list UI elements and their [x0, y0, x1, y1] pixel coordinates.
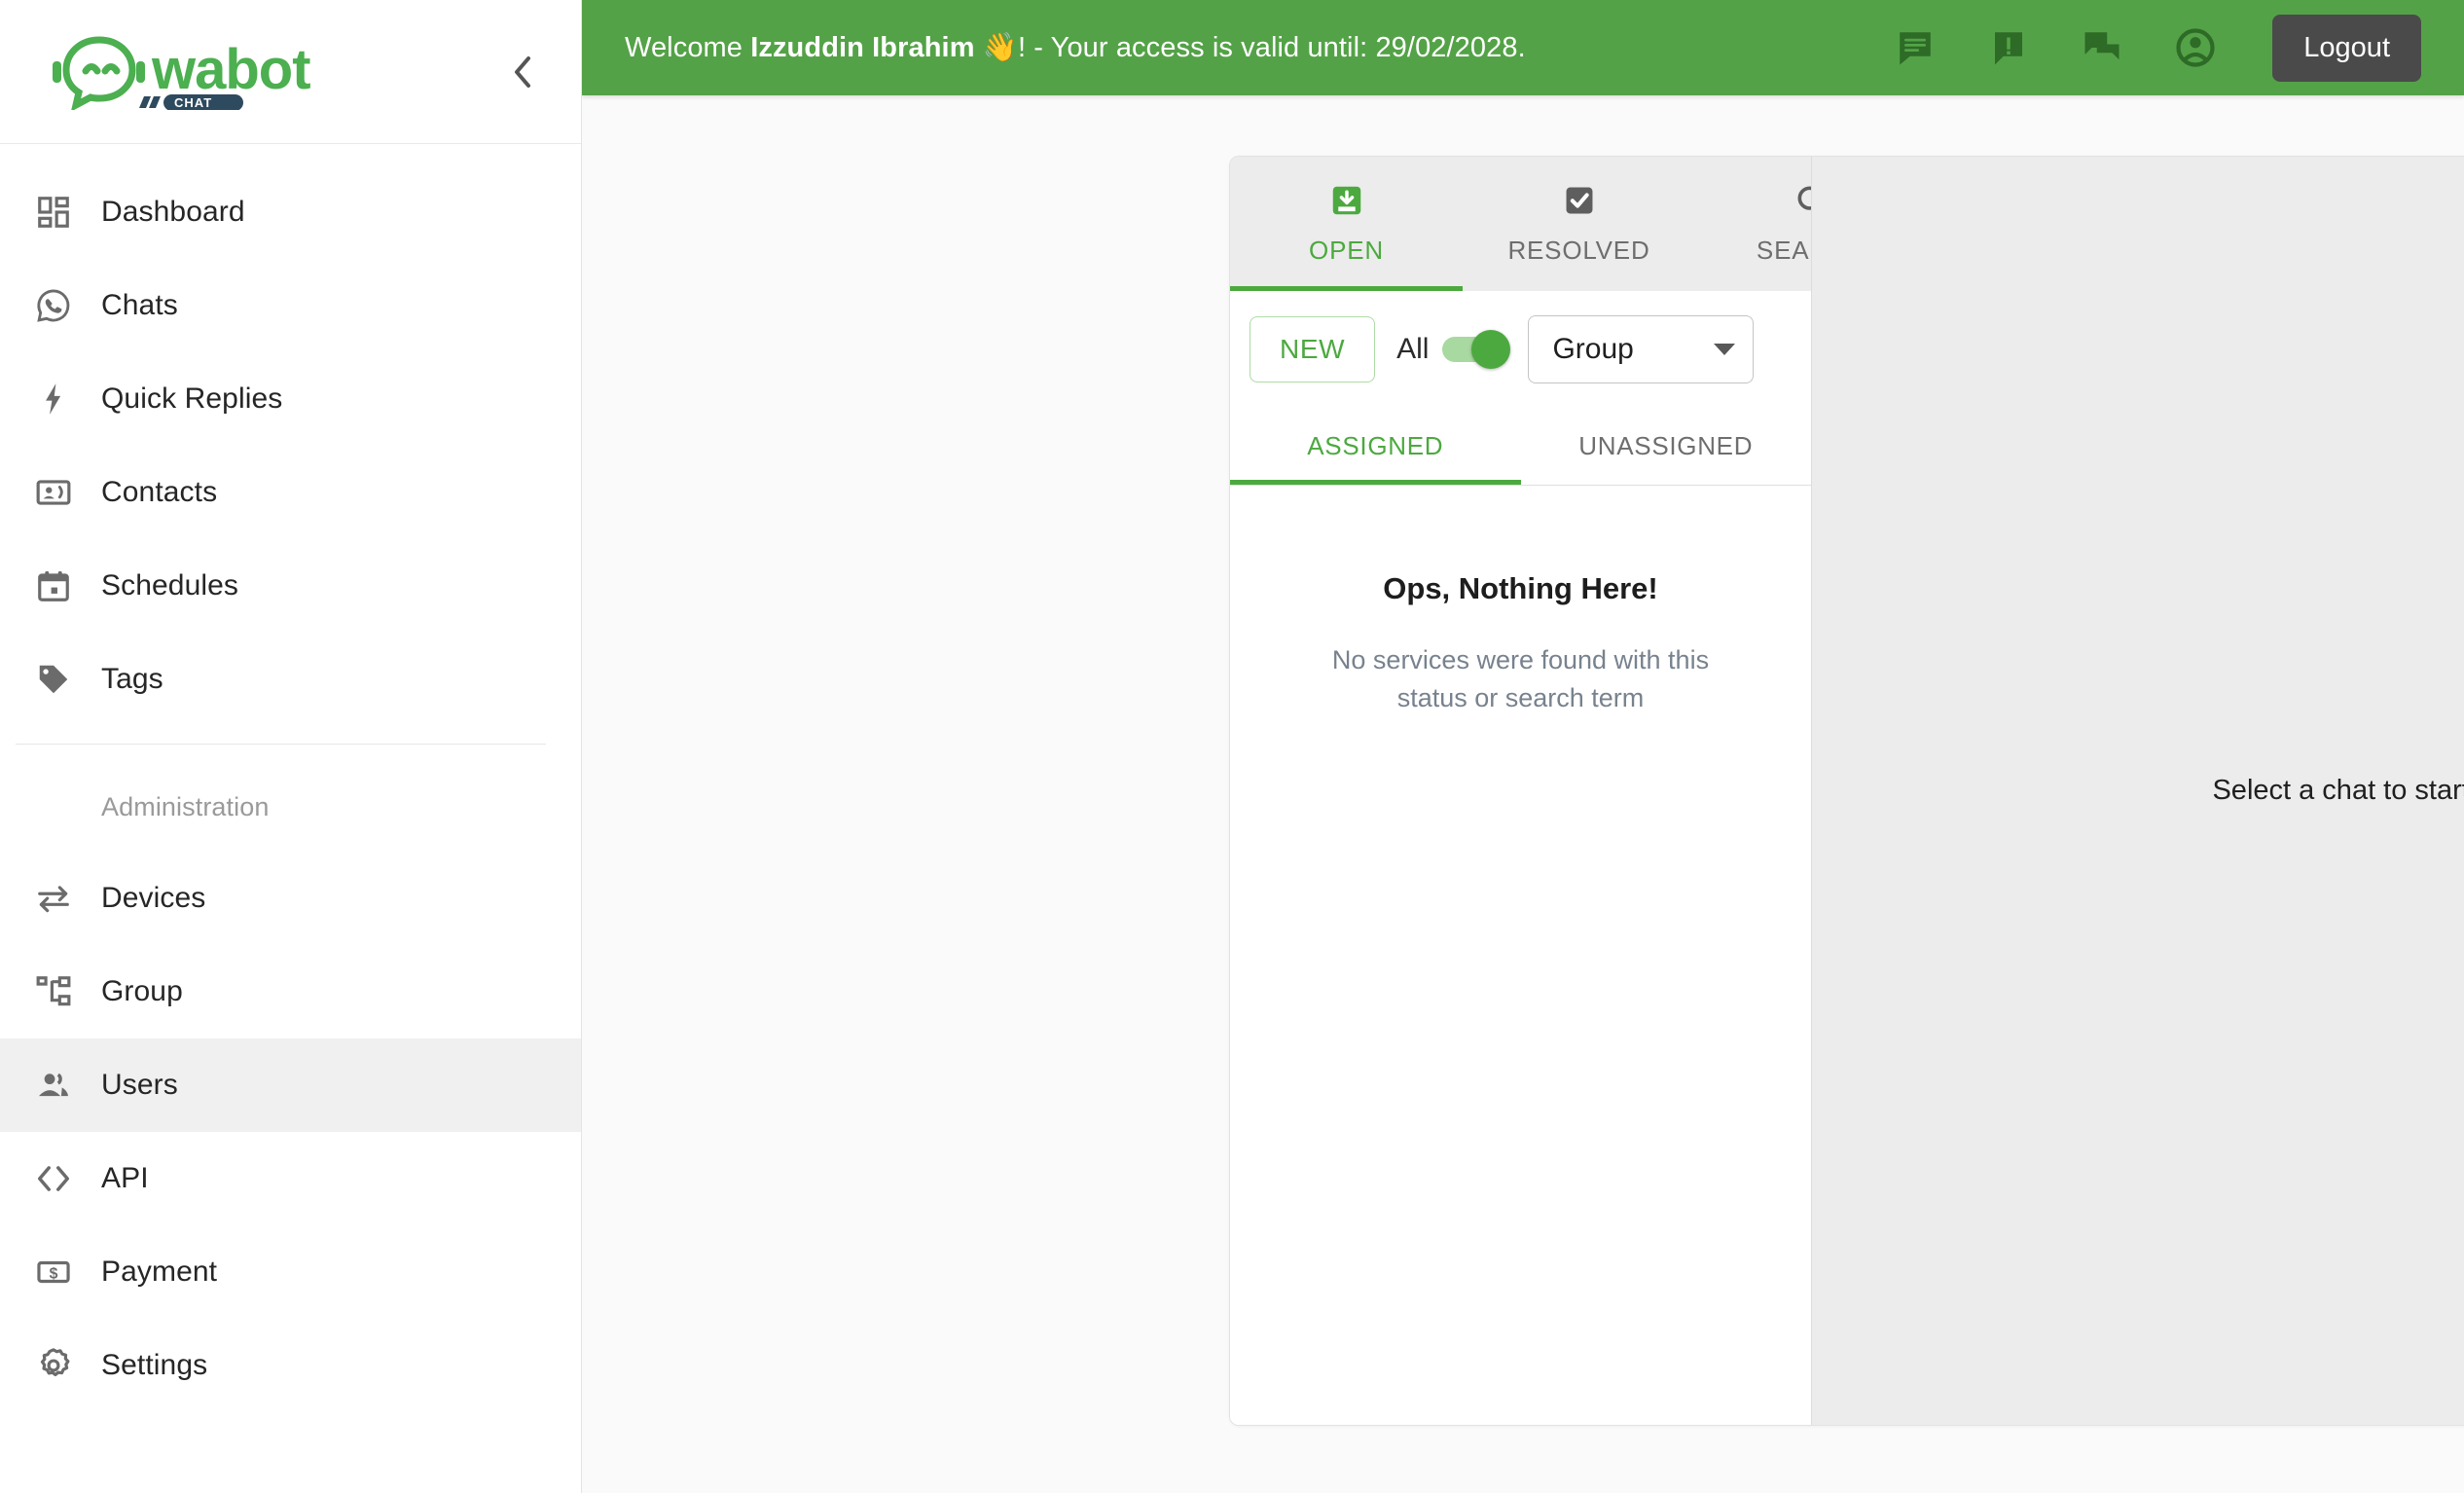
logout-button[interactable]: Logout [2272, 14, 2421, 82]
sidebar-item-devices[interactable]: Devices [0, 852, 581, 945]
filter-bar: NEW All Group [1230, 291, 1811, 408]
sidebar-item-settings[interactable]: Settings [0, 1319, 581, 1412]
welcome-prefix: Welcome [625, 32, 751, 63]
welcome-suffix: ! - Your access is valid until: 29/02/20… [1017, 32, 1526, 63]
tab-label: OPEN [1309, 236, 1384, 265]
content-area: OPEN RESOLVED SEA NEW All Group ASSIGNED… [582, 95, 2464, 1493]
sidebar-item-schedules[interactable]: Schedules [0, 539, 581, 633]
sidebar-item-label: Devices [101, 882, 206, 914]
sidebar: wabot CHAT Dashboard Chats Quick Replies… [0, 0, 582, 1493]
code-brackets-icon [35, 1160, 101, 1197]
sidebar-item-label: Tags [101, 663, 163, 695]
sitemap-icon [35, 973, 101, 1010]
top-header-bar: Welcome Izzuddin Ibrahim 👋! - Your acces… [582, 0, 2464, 95]
sidebar-section-label: Administration [101, 791, 270, 821]
tab-resolved[interactable]: RESOLVED [1463, 157, 1695, 291]
account-circle-icon[interactable] [2173, 25, 2218, 70]
chat-placeholder-text: Select a chat to start chatting. [2212, 775, 2464, 806]
tab-label: SEARCH [1756, 236, 1811, 265]
assignment-tab-underline [1230, 480, 1521, 485]
whatsapp-icon [35, 287, 101, 324]
contact-card-icon [35, 474, 101, 511]
empty-state-title: Ops, Nothing Here! [1383, 571, 1658, 605]
tab-assigned[interactable]: ASSIGNED [1230, 408, 1521, 485]
sidebar-collapse-button[interactable] [495, 45, 550, 99]
app-root: wabot CHAT Dashboard Chats Quick Replies… [0, 0, 2464, 1493]
chat-list-panel: OPEN RESOLVED SEA NEW All Group ASSIGNED… [1230, 157, 1812, 1425]
group-select-value: Group [1552, 333, 1634, 365]
sidebar-item-dashboard[interactable]: Dashboard [0, 165, 581, 259]
welcome-message: Welcome Izzuddin Ibrahim 👋! - Your acces… [625, 31, 1526, 64]
tab-label: RESOLVED [1507, 236, 1650, 265]
svg-text:CHAT: CHAT [174, 95, 212, 110]
alert-message-icon[interactable] [1986, 25, 2031, 70]
group-select[interactable]: Group [1528, 315, 1755, 383]
sidebar-header: wabot CHAT [0, 0, 581, 144]
sidebar-item-payment[interactable]: $ Payment [0, 1225, 581, 1319]
sidebar-item-label: Chats [101, 289, 178, 321]
svg-text:$: $ [50, 1265, 58, 1282]
inbox-download-icon [1328, 182, 1365, 224]
toggle-knob [1471, 330, 1511, 369]
chat-view-panel: Select a chat to start chatting. [1812, 157, 2464, 1425]
sidebar-item-label: Group [101, 975, 183, 1007]
sidebar-item-label: Dashboard [101, 196, 245, 228]
sidebar-item-label: API [101, 1162, 149, 1194]
empty-state-message: No services were found with this status … [1331, 645, 1710, 713]
sidebar-item-label: Settings [101, 1349, 208, 1381]
tab-active-underline [1230, 286, 1463, 291]
people-icon [35, 1067, 101, 1104]
wabot-logo-icon: wabot CHAT [53, 35, 311, 110]
sidebar-item-contacts[interactable]: Contacts [0, 446, 581, 539]
chevron-left-icon [515, 55, 530, 88]
sidebar-item-label: Schedules [101, 569, 238, 601]
sidebar-section-administration: Administration [0, 762, 581, 852]
sidebar-item-users[interactable]: Users [0, 1038, 581, 1132]
sidebar-item-label: Contacts [101, 476, 218, 508]
sidebar-item-quick-replies[interactable]: Quick Replies [0, 352, 581, 446]
dashboard-grid-icon [35, 194, 101, 231]
sidebar-divider [16, 744, 546, 745]
all-toggle-label: All [1396, 333, 1430, 365]
sidebar-item-group[interactable]: Group [0, 945, 581, 1038]
checkbox-checked-icon [1561, 182, 1598, 224]
notes-message-icon[interactable] [1893, 25, 1938, 70]
sidebar-item-label: Users [101, 1069, 178, 1101]
money-card-icon: $ [35, 1254, 101, 1291]
main-area: Welcome Izzuddin Ibrahim 👋! - Your acces… [582, 0, 2464, 1493]
all-toggle-switch[interactable] [1442, 330, 1511, 369]
sidebar-item-api[interactable]: API [0, 1132, 581, 1225]
sidebar-item-label: Payment [101, 1256, 218, 1288]
status-tab-bar: OPEN RESOLVED SEA [1230, 157, 1811, 291]
all-toggle-group: All [1396, 330, 1511, 369]
new-button[interactable]: NEW [1250, 316, 1376, 382]
swap-arrows-icon [35, 880, 101, 917]
tab-open[interactable]: OPEN [1230, 157, 1463, 291]
calendar-icon [35, 567, 101, 604]
assignment-tab-bar: ASSIGNED UNASSIGNED [1230, 408, 1811, 486]
header-icon-group [1893, 25, 2218, 70]
gear-icon [35, 1347, 101, 1384]
wave-emoji-icon: 👋 [982, 32, 1018, 63]
tab-unassigned[interactable]: UNASSIGNED [1521, 408, 1812, 485]
bolt-icon [35, 381, 101, 418]
search-icon [1794, 182, 1811, 224]
welcome-username: Izzuddin Ibrahim [750, 32, 975, 63]
sidebar-nav: Dashboard Chats Quick Replies Contacts S… [0, 144, 581, 1412]
svg-text:wabot: wabot [151, 38, 310, 101]
tab-search[interactable]: SEARCH [1695, 157, 1811, 291]
sidebar-item-label: Quick Replies [101, 382, 283, 415]
chat-reply-icon[interactable] [2080, 25, 2124, 70]
chevron-down-icon [1714, 344, 1736, 355]
sidebar-item-chats[interactable]: Chats [0, 259, 581, 352]
tag-icon [35, 661, 101, 698]
chat-card: OPEN RESOLVED SEA NEW All Group ASSIGNED… [1229, 156, 2464, 1426]
empty-state: Ops, Nothing Here! No services were foun… [1230, 486, 1811, 1425]
wabot-logo[interactable]: wabot CHAT [51, 34, 495, 110]
sidebar-item-tags[interactable]: Tags [0, 633, 581, 726]
